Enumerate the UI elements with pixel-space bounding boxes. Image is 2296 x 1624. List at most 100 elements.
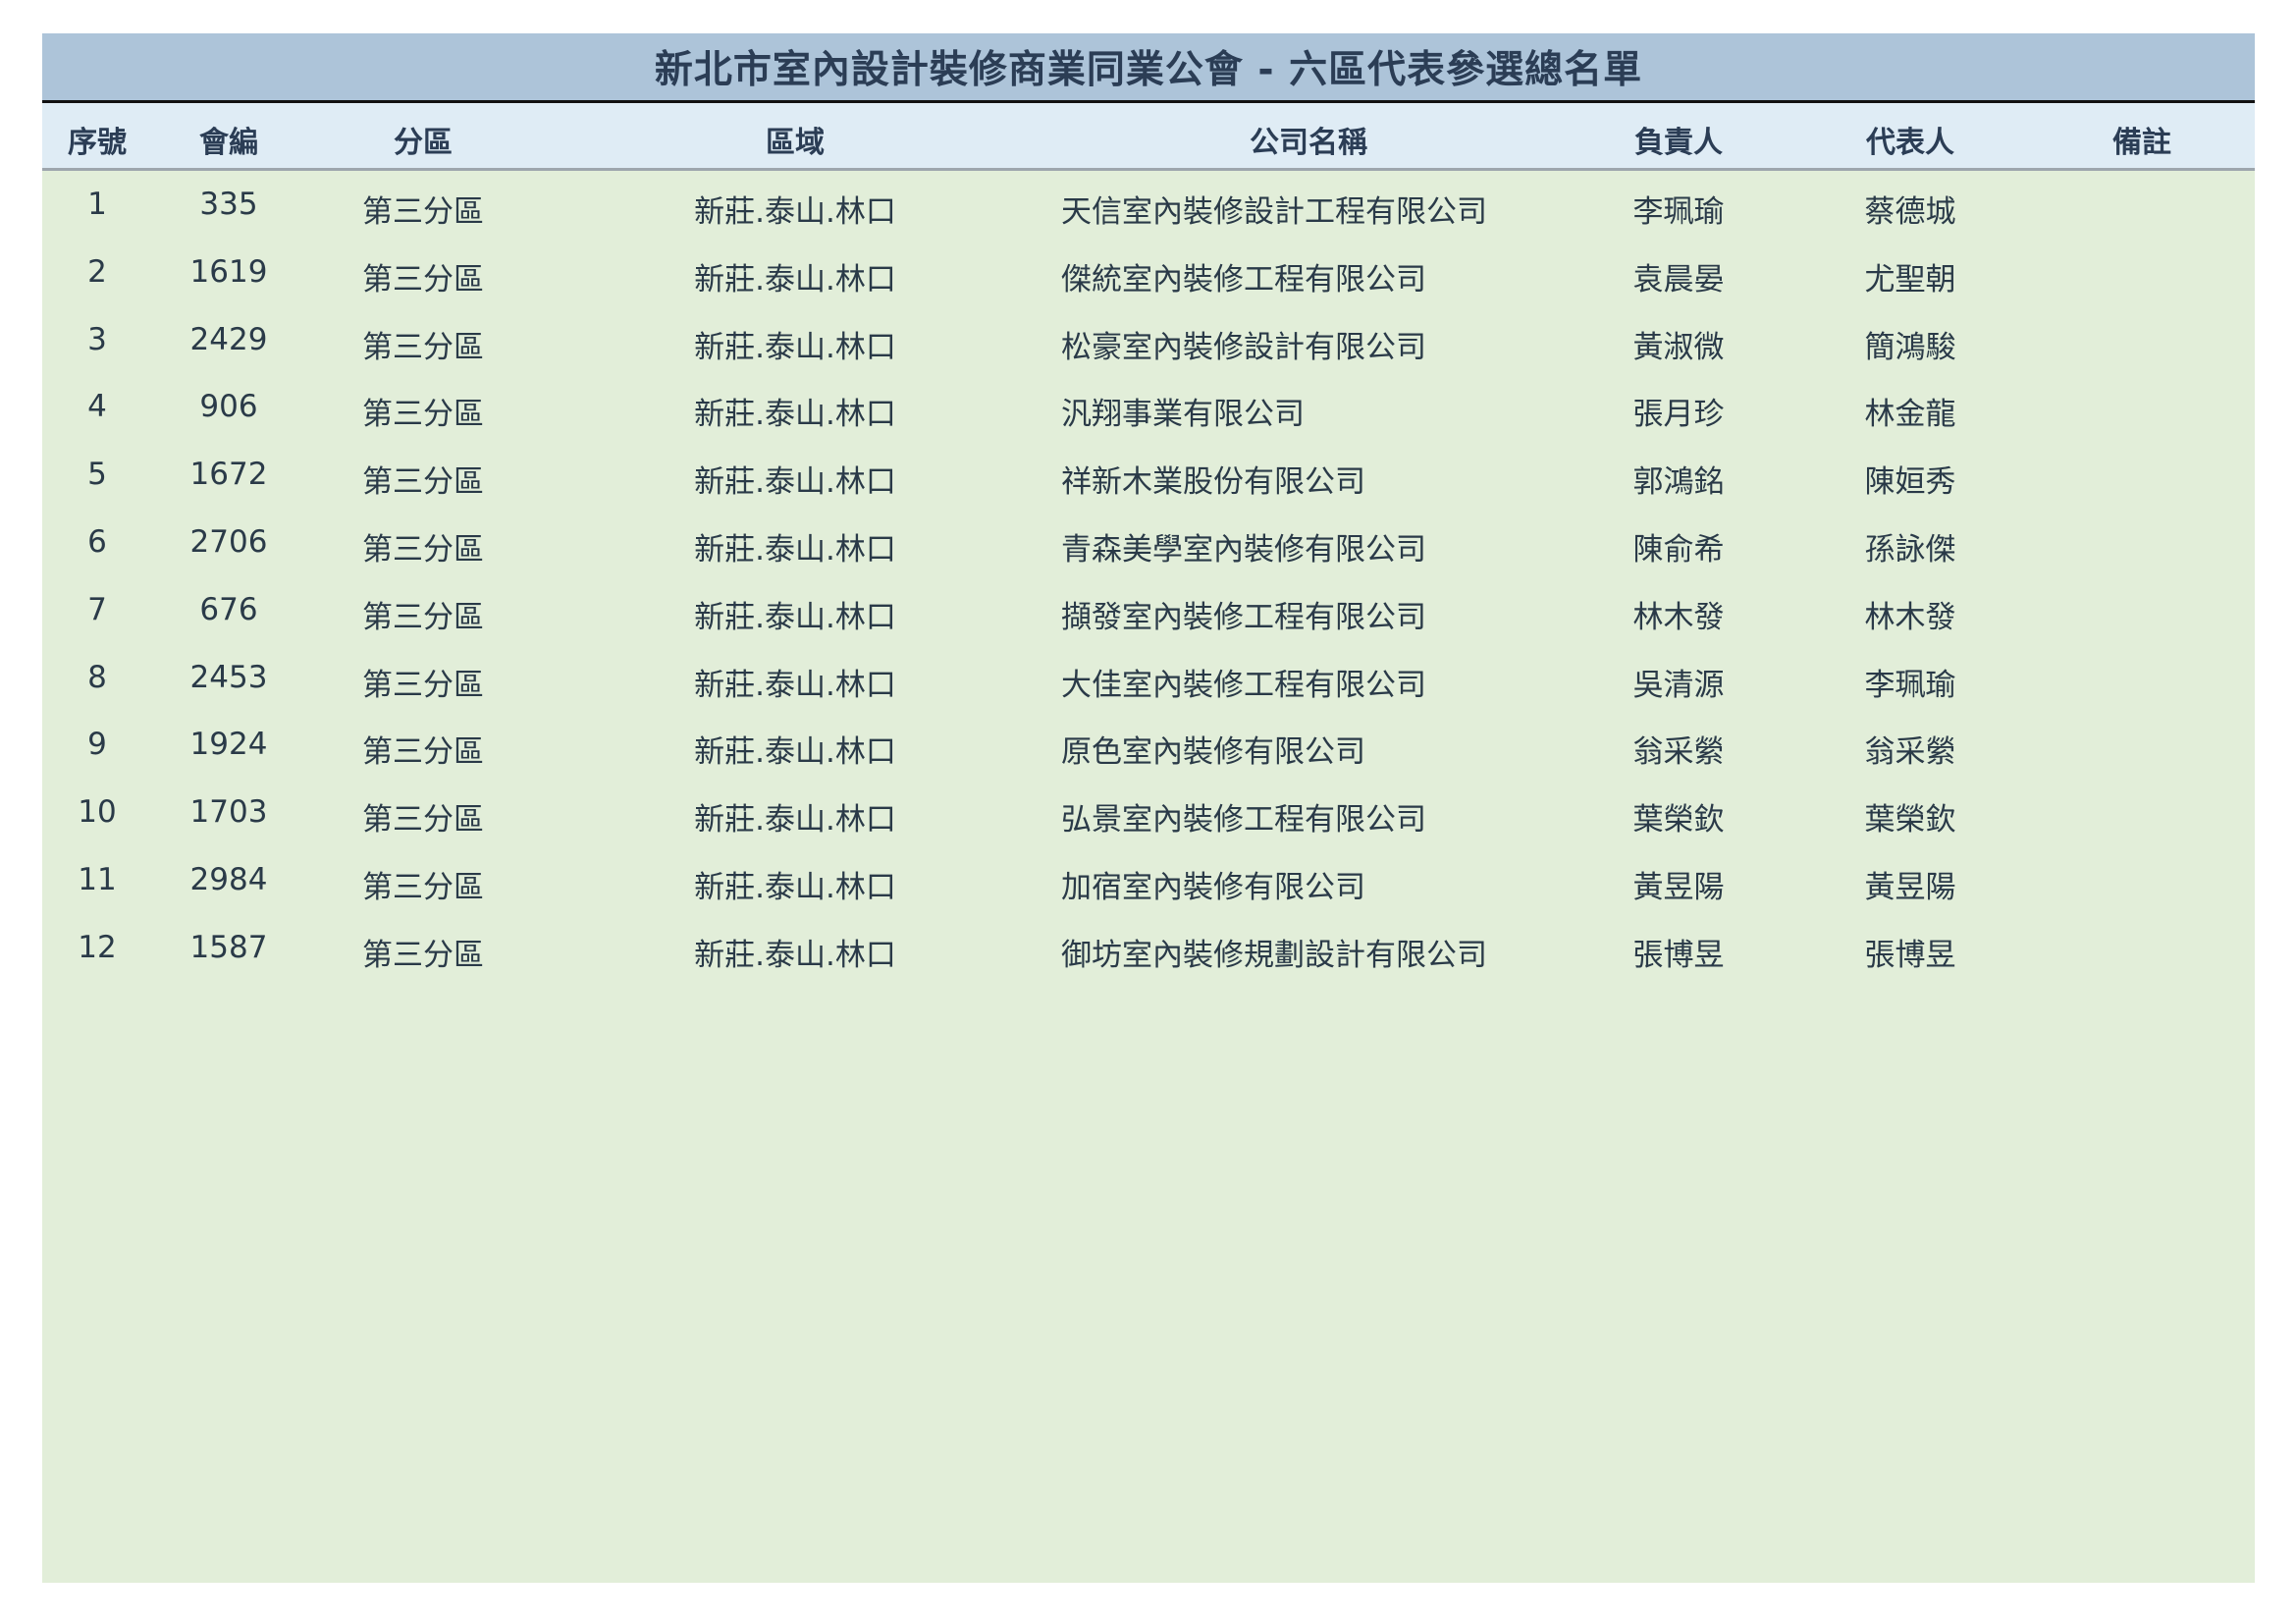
cell-division: 第三分區	[362, 599, 484, 635]
table-row: 2 1619 第三分區 新莊.泰山.林口 傑統室內裝修工程有限公司 袁晨晏 尤聖…	[42, 239, 2255, 306]
cell-representative: 簡鴻駿	[1864, 329, 1956, 365]
cell-seq: 8	[87, 659, 107, 695]
table-row: 11 2984 第三分區 新莊.泰山.林口 加宿室內裝修有限公司 黃昱陽 黃昱陽	[42, 846, 2255, 914]
header-division: 分區	[394, 126, 453, 160]
cell-division: 第三分區	[362, 937, 484, 973]
cell-owner: 陳俞希	[1632, 531, 1725, 568]
header-member-no: 會編	[199, 126, 258, 160]
cell-area: 新莊.泰山.林口	[694, 869, 896, 905]
cell-company: 擷發室內裝修工程有限公司	[1061, 599, 1426, 635]
cell-member-no: 2453	[189, 659, 268, 695]
cell-owner: 李珮瑜	[1632, 194, 1725, 230]
cell-company: 松豪室內裝修設計有限公司	[1061, 329, 1426, 365]
cell-area: 新莊.泰山.林口	[694, 194, 896, 230]
cell-member-no: 1672	[189, 457, 268, 493]
cell-owner: 張月珍	[1632, 397, 1725, 433]
cell-representative: 林木發	[1864, 599, 1956, 635]
cell-area: 新莊.泰山.林口	[694, 464, 896, 501]
cell-area: 新莊.泰山.林口	[694, 531, 896, 568]
cell-representative: 林金龍	[1864, 397, 1956, 433]
cell-owner: 郭鴻銘	[1632, 464, 1725, 501]
table-row: 9 1924 第三分區 新莊.泰山.林口 原色室內裝修有限公司 翁采縈 翁采縈	[42, 711, 2255, 779]
cell-division: 第三分區	[362, 397, 484, 433]
cell-division: 第三分區	[362, 194, 484, 230]
cell-division: 第三分區	[362, 802, 484, 839]
cell-owner: 翁采縈	[1632, 734, 1725, 771]
cell-company: 弘景室內裝修工程有限公司	[1061, 802, 1426, 839]
cell-seq: 10	[78, 794, 117, 831]
cell-seq: 2	[87, 253, 107, 290]
cell-division: 第三分區	[362, 869, 484, 905]
cell-representative: 黃昱陽	[1864, 869, 1956, 905]
cell-representative: 翁采縈	[1864, 734, 1956, 771]
table-row: 6 2706 第三分區 新莊.泰山.林口 青森美學室內裝修有限公司 陳俞希 孫詠…	[42, 509, 2255, 576]
cell-area: 新莊.泰山.林口	[694, 329, 896, 365]
cell-area: 新莊.泰山.林口	[694, 599, 896, 635]
cell-company: 御坊室內裝修規劃設計有限公司	[1061, 937, 1487, 973]
cell-division: 第三分區	[362, 667, 484, 703]
cell-owner: 葉榮欽	[1632, 802, 1725, 839]
header-seq: 序號	[68, 126, 127, 160]
table-row: 8 2453 第三分區 新莊.泰山.林口 大佳室內裝修工程有限公司 吳清源 李珮…	[42, 644, 2255, 712]
cell-member-no: 2984	[189, 861, 268, 897]
cell-member-no: 676	[199, 591, 258, 627]
cell-seq: 5	[87, 457, 107, 493]
table-row: 4 906 第三分區 新莊.泰山.林口 汎翔事業有限公司 張月珍 林金龍	[42, 373, 2255, 441]
cell-member-no: 2429	[189, 321, 268, 357]
cell-seq: 9	[87, 727, 107, 763]
table-header: 序號 會編 分區 區域 公司名稱 負責人 代表人 備註	[42, 103, 2255, 171]
cell-seq: 1	[87, 187, 107, 222]
table-body: 1 335 第三分區 新莊.泰山.林口 天信室內裝修設計工程有限公司 李珮瑜 蔡…	[42, 171, 2255, 982]
cell-owner: 林木發	[1632, 599, 1725, 635]
cell-area: 新莊.泰山.林口	[694, 261, 896, 298]
table-row: 5 1672 第三分區 新莊.泰山.林口 祥新木業股份有限公司 郭鴻銘 陳姮秀	[42, 441, 2255, 509]
cell-seq: 4	[87, 389, 107, 425]
cell-owner: 黃昱陽	[1632, 869, 1725, 905]
cell-member-no: 906	[199, 389, 258, 425]
cell-representative: 張博昱	[1864, 937, 1956, 973]
cell-company: 加宿室內裝修有限公司	[1061, 869, 1365, 905]
cell-owner: 黃淑微	[1632, 329, 1725, 365]
candidate-list-sheet: 新北市室內設計裝修商業同業公會 - 六區代表參選總名單 序號 會編 分區 區域 …	[42, 33, 2255, 1583]
cell-seq: 6	[87, 523, 107, 560]
cell-owner: 張博昱	[1632, 937, 1725, 973]
title-bar: 新北市室內設計裝修商業同業公會 - 六區代表參選總名單	[42, 33, 2255, 103]
cell-seq: 12	[78, 929, 117, 965]
cell-company: 青森美學室內裝修有限公司	[1061, 531, 1426, 568]
cell-representative: 陳姮秀	[1864, 464, 1956, 501]
table-row: 7 676 第三分區 新莊.泰山.林口 擷發室內裝修工程有限公司 林木發 林木發	[42, 576, 2255, 644]
cell-area: 新莊.泰山.林口	[694, 397, 896, 433]
cell-company: 天信室內裝修設計工程有限公司	[1061, 194, 1487, 230]
cell-seq: 11	[78, 861, 117, 897]
cell-division: 第三分區	[362, 734, 484, 771]
cell-company: 祥新木業股份有限公司	[1061, 464, 1365, 501]
header-owner: 負責人	[1634, 126, 1723, 160]
cell-company: 原色室內裝修有限公司	[1061, 734, 1365, 771]
cell-representative: 李珮瑜	[1864, 667, 1956, 703]
cell-member-no: 1703	[189, 794, 268, 831]
page-title: 新北市室內設計裝修商業同業公會 - 六區代表參選總名單	[654, 48, 1643, 92]
cell-seq: 7	[87, 591, 107, 627]
cell-division: 第三分區	[362, 261, 484, 298]
table-row: 12 1587 第三分區 新莊.泰山.林口 御坊室內裝修規劃設計有限公司 張博昱…	[42, 914, 2255, 982]
cell-area: 新莊.泰山.林口	[694, 667, 896, 703]
cell-area: 新莊.泰山.林口	[694, 802, 896, 839]
cell-representative: 孫詠傑	[1864, 531, 1956, 568]
cell-representative: 葉榮欽	[1864, 802, 1956, 839]
cell-company: 傑統室內裝修工程有限公司	[1061, 261, 1426, 298]
table-row: 1 335 第三分區 新莊.泰山.林口 天信室內裝修設計工程有限公司 李珮瑜 蔡…	[42, 171, 2255, 239]
cell-area: 新莊.泰山.林口	[694, 734, 896, 771]
cell-representative: 尤聖朝	[1864, 261, 1956, 298]
cell-member-no: 2706	[189, 523, 268, 560]
cell-seq: 3	[87, 321, 107, 357]
cell-member-no: 335	[199, 187, 258, 222]
cell-member-no: 1619	[189, 253, 268, 290]
cell-owner: 袁晨晏	[1632, 261, 1725, 298]
cell-area: 新莊.泰山.林口	[694, 937, 896, 973]
cell-division: 第三分區	[362, 464, 484, 501]
cell-representative: 蔡德城	[1864, 194, 1956, 230]
header-company: 公司名稱	[1250, 126, 1367, 160]
cell-division: 第三分區	[362, 531, 484, 568]
header-area: 區域	[766, 126, 825, 160]
cell-company: 大佳室內裝修工程有限公司	[1061, 667, 1426, 703]
